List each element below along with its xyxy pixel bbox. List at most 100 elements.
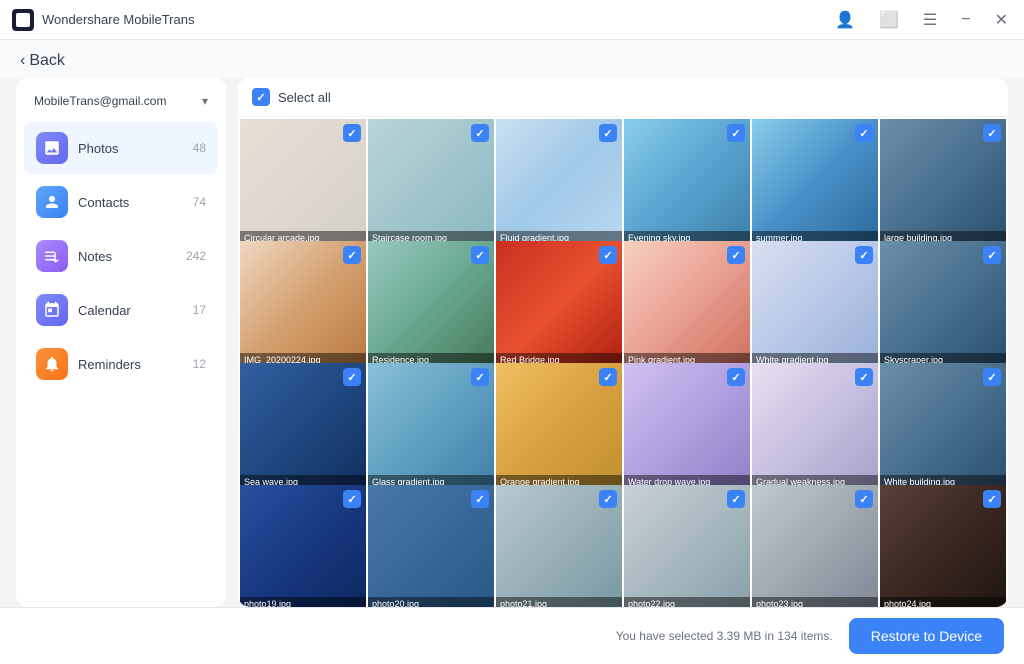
photo-cell[interactable]: ✓Sea wave.jpg: [240, 363, 366, 489]
photo-cell[interactable]: ✓ photo23.jpg: [752, 485, 878, 607]
photo-checkbox[interactable]: ✓: [983, 124, 1001, 142]
photo-checkbox[interactable]: ✓: [471, 490, 489, 508]
notes-label: Notes: [78, 249, 176, 264]
sidebar: MobileTrans@gmail.com ▾ Photos 48 Contac…: [16, 78, 226, 607]
photo-cell[interactable]: ✓Pink gradient.jpg: [624, 241, 750, 367]
photo-checkbox[interactable]: ✓: [983, 490, 1001, 508]
photo-cell[interactable]: ✓Orange gradient.jpg: [496, 363, 622, 489]
account-email: MobileTrans@gmail.com: [34, 94, 166, 108]
back-chevron-icon: ‹: [20, 52, 25, 70]
account-selector[interactable]: MobileTrans@gmail.com ▾: [24, 86, 218, 116]
contacts-icon: [36, 186, 68, 218]
titlebar: Wondershare MobileTrans 👤 ⬜ ☰ − ✕: [0, 0, 1024, 40]
photo-label: photo20.jpg: [368, 597, 494, 607]
photo-checkbox[interactable]: ✓: [599, 368, 617, 386]
titlebar-controls: 👤 ⬜ ☰ − ✕: [831, 6, 1012, 34]
photo-checkbox[interactable]: ✓: [343, 124, 361, 142]
check-icon: ✓: [256, 91, 265, 104]
contacts-label: Contacts: [78, 195, 183, 210]
reminders-label: Reminders: [78, 357, 183, 372]
photo-checkbox[interactable]: ✓: [471, 368, 489, 386]
photo-checkbox[interactable]: ✓: [599, 246, 617, 264]
content-area: MobileTrans@gmail.com ▾ Photos 48 Contac…: [0, 78, 1024, 607]
photo-cell[interactable]: ✓ photo19.jpg: [240, 485, 366, 607]
photo-cell[interactable]: ✓summer.jpg: [752, 119, 878, 245]
photo-checkbox[interactable]: ✓: [343, 246, 361, 264]
close-button[interactable]: ✕: [991, 6, 1012, 34]
photo-checkbox[interactable]: ✓: [599, 490, 617, 508]
app-layout: ‹ Back MobileTrans@gmail.com ▾ Photos 48: [0, 40, 1024, 664]
photo-cell[interactable]: ✓Glass gradient.jpg: [368, 363, 494, 489]
menu-button[interactable]: ☰: [919, 6, 941, 34]
sidebar-item-calendar[interactable]: Calendar 17: [24, 284, 218, 336]
photo-checkbox[interactable]: ✓: [471, 124, 489, 142]
photo-cell[interactable]: ✓Circular arcade.jpg: [240, 119, 366, 245]
minimize-button[interactable]: −: [957, 7, 974, 33]
app-title: Wondershare MobileTrans: [42, 12, 194, 27]
select-all-checkbox[interactable]: ✓: [252, 88, 270, 106]
photo-checkbox[interactable]: ✓: [599, 124, 617, 142]
photo-checkbox[interactable]: ✓: [983, 246, 1001, 264]
calendar-label: Calendar: [78, 303, 183, 318]
sidebar-item-reminders[interactable]: Reminders 12: [24, 338, 218, 390]
photo-checkbox[interactable]: ✓: [727, 246, 745, 264]
photo-checkbox[interactable]: ✓: [343, 490, 361, 508]
photo-checkbox[interactable]: ✓: [983, 368, 1001, 386]
photo-cell[interactable]: ✓ photo21.jpg: [496, 485, 622, 607]
photo-label: photo24.jpg: [880, 597, 1006, 607]
photo-area: ✓ Select all ✓Circular arcade.jpg✓Stairc…: [238, 78, 1008, 607]
sidebar-item-notes[interactable]: Notes 242: [24, 230, 218, 282]
restore-to-device-button[interactable]: Restore to Device: [849, 618, 1004, 654]
back-label: Back: [29, 52, 65, 70]
calendar-count: 17: [193, 303, 206, 317]
account-chevron-icon: ▾: [202, 94, 208, 108]
photo-cell[interactable]: ✓Red Bridge.jpg: [496, 241, 622, 367]
photo-cell[interactable]: ✓Gradual weakness.jpg: [752, 363, 878, 489]
photo-cell[interactable]: ✓Staircase room.jpg: [368, 119, 494, 245]
photo-checkbox[interactable]: ✓: [855, 246, 873, 264]
select-all-label: Select all: [278, 90, 331, 105]
sidebar-item-photos[interactable]: Photos 48: [24, 122, 218, 174]
photo-grid: ✓Circular arcade.jpg✓Staircase room.jpg✓…: [238, 117, 1008, 607]
selection-status: You have selected 3.39 MB in 134 items.: [616, 629, 833, 643]
photos-label: Photos: [78, 141, 183, 156]
contacts-count: 74: [193, 195, 206, 209]
photo-cell[interactable]: ✓ photo22.jpg: [624, 485, 750, 607]
reminders-icon: [36, 348, 68, 380]
window-button[interactable]: ⬜: [875, 6, 903, 34]
photo-label: photo21.jpg: [496, 597, 622, 607]
photo-checkbox[interactable]: ✓: [727, 490, 745, 508]
select-all-bar: ✓ Select all: [238, 78, 1008, 117]
photos-count: 48: [193, 141, 206, 155]
photo-cell[interactable]: ✓Water drop wave.jpg: [624, 363, 750, 489]
sidebar-item-contacts[interactable]: Contacts 74: [24, 176, 218, 228]
photo-label: photo23.jpg: [752, 597, 878, 607]
photo-label: photo19.jpg: [240, 597, 366, 607]
photo-cell[interactable]: ✓Fluid gradient.jpg: [496, 119, 622, 245]
app-icon: [12, 9, 34, 31]
titlebar-left: Wondershare MobileTrans: [12, 9, 194, 31]
photo-cell[interactable]: ✓ photo20.jpg: [368, 485, 494, 607]
photo-cell[interactable]: ✓White gradient.jpg: [752, 241, 878, 367]
photo-checkbox[interactable]: ✓: [727, 368, 745, 386]
photo-checkbox[interactable]: ✓: [727, 124, 745, 142]
notes-count: 242: [186, 249, 206, 263]
photo-checkbox[interactable]: ✓: [855, 490, 873, 508]
header: ‹ Back: [0, 40, 1024, 78]
footer: You have selected 3.39 MB in 134 items. …: [0, 607, 1024, 664]
photo-cell[interactable]: ✓large building.jpg: [880, 119, 1006, 245]
photo-cell[interactable]: ✓IMG_20200224.jpg: [240, 241, 366, 367]
photo-label: photo22.jpg: [624, 597, 750, 607]
photo-checkbox[interactable]: ✓: [855, 124, 873, 142]
back-button[interactable]: ‹ Back: [20, 52, 1004, 70]
photo-checkbox[interactable]: ✓: [855, 368, 873, 386]
account-button[interactable]: 👤: [831, 6, 859, 34]
photo-checkbox[interactable]: ✓: [471, 246, 489, 264]
photo-checkbox[interactable]: ✓: [343, 368, 361, 386]
photo-cell[interactable]: ✓Evening sky.jpg: [624, 119, 750, 245]
photo-cell[interactable]: ✓Skyscraper.jpg: [880, 241, 1006, 367]
photo-cell[interactable]: ✓White building.jpg: [880, 363, 1006, 489]
photo-cell[interactable]: ✓Residence.jpg: [368, 241, 494, 367]
photo-cell[interactable]: ✓ photo24.jpg: [880, 485, 1006, 607]
reminders-count: 12: [193, 357, 206, 371]
